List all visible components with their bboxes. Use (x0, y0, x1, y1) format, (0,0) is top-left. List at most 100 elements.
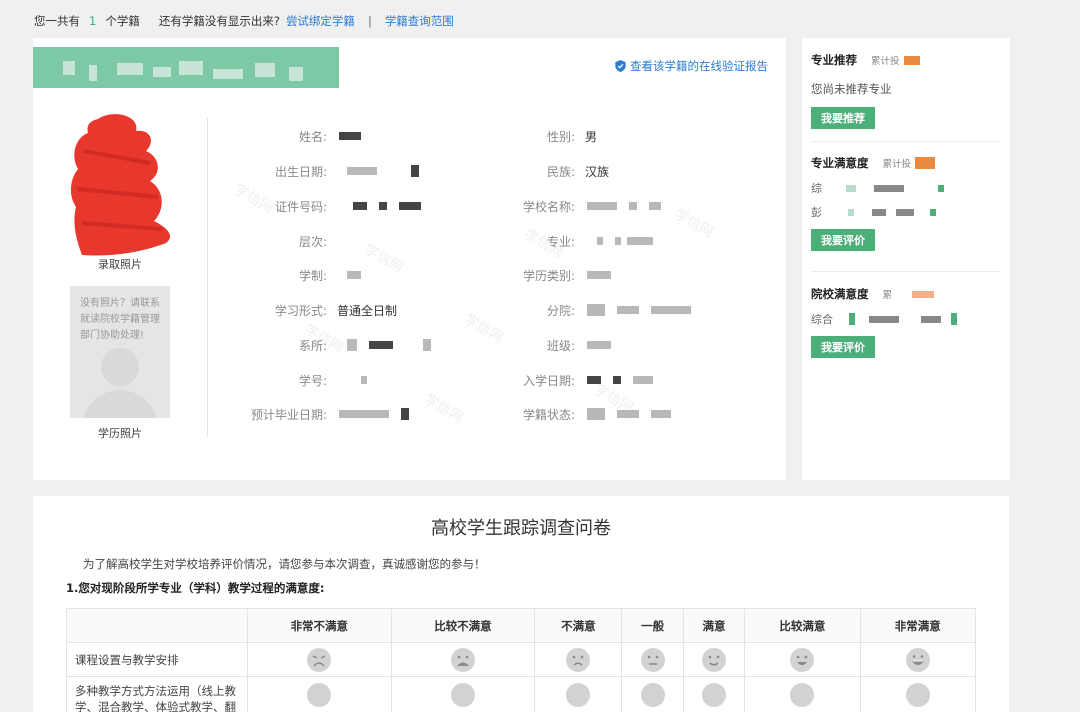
no-recommendation-text: 您尚未推荐专业 (811, 82, 892, 96)
admission-photo-caption: 录取照片 (98, 258, 142, 271)
field-label: 分院: (546, 303, 575, 318)
field-label: 学校名称: (522, 199, 575, 214)
field-label: 学习形式: (274, 303, 327, 318)
missing-record-prompt: 还有学籍没有显示出来? (158, 14, 280, 28)
survey-question: 1.您对现阶段所学专业（学科）教学过程的满意度: (66, 581, 325, 595)
row-label: 多种教学方式方法运用（线上教学、混合教学、体验式教学、翻 (66, 676, 248, 712)
rate-major-button[interactable]: 我要评价 (811, 229, 875, 251)
section-title: 专业满意度 (811, 156, 869, 170)
field-class: 班级: (435, 336, 611, 354)
major-recommendation-section: 专业推荐 累计投 您尚未推荐专业 我要推荐 (811, 52, 1001, 129)
section-divider (811, 271, 1001, 272)
field-label: 专业: (546, 234, 575, 249)
field-label: 系所: (298, 338, 327, 353)
section-divider (811, 141, 1001, 142)
field-education-level: 层次: (207, 232, 327, 250)
gender-value: 男 (585, 129, 598, 144)
student-record-card: 查看该学籍的在线验证报告 录取照片 没有照片？请联系就读院校学籍管理部门协助处理… (33, 38, 786, 480)
field-major: 专业: (435, 232, 653, 250)
student-record-summary: 您一共有 1 个学籍 还有学籍没有显示出来? 尝试绑定学籍 | 学籍查询范围 (34, 12, 454, 30)
school-name-banner (33, 47, 339, 88)
school-satisfaction-section: 院校满意度 累 综合 我要评价 (811, 286, 1001, 358)
avatar-head-silhouette (101, 348, 139, 386)
very-happy-face-icon[interactable] (905, 683, 930, 707)
rating-row-label: 彭 (811, 206, 822, 219)
field-label: 班级: (546, 338, 575, 353)
happy-face-icon[interactable] (790, 647, 815, 672)
summary-prefix: 您一共有 (34, 14, 80, 28)
field-department: 系所: (207, 336, 431, 354)
column-very-dissatisfied: 非常不满意 (247, 608, 392, 643)
bind-record-link[interactable]: 尝试绑定学籍 (286, 13, 355, 29)
column-satisfied: 满意 (682, 608, 746, 643)
field-enrollment-status: 学籍状态: (435, 405, 671, 423)
record-count: 1 (89, 14, 97, 28)
vote-count-label: 累计投 (871, 56, 900, 67)
survey-card: 高校学生跟踪调查问卷 为了解高校学生对学校培养评价情况，请您参与本次调查，真诚感… (33, 496, 1009, 712)
very-happy-face-icon[interactable] (905, 647, 930, 672)
unhappy-face-icon[interactable] (566, 683, 591, 707)
online-verification-report-link[interactable]: 查看该学籍的在线验证报告 (615, 58, 768, 74)
recommend-button[interactable]: 我要推荐 (811, 107, 875, 129)
field-education-category: 学历类别: (435, 266, 611, 284)
field-id-number: 证件号码: (207, 197, 421, 215)
link-separator: | (367, 14, 372, 28)
field-label: 层次: (298, 234, 327, 249)
dissatisfied-face-icon[interactable] (450, 683, 475, 707)
watermark: 学信网 (671, 206, 716, 242)
field-label: 学历类别: (522, 268, 575, 283)
rating-row: 综 (811, 181, 1001, 195)
field-label: 出生日期: (274, 164, 327, 179)
no-photo-message: 没有照片？请联系就读院校学籍管理部门协助处理! (80, 298, 160, 341)
neutral-face-icon[interactable] (640, 683, 665, 707)
section-title: 院校满意度 (811, 287, 869, 301)
field-duration: 学制: (207, 266, 361, 284)
summary-suffix: 个学籍 (105, 14, 140, 28)
very-dissatisfied-face-icon[interactable] (307, 647, 332, 672)
field-study-mode: 学习形式: 普通全日制 (207, 301, 397, 319)
field-label: 学号: (298, 373, 327, 388)
dissatisfied-face-icon[interactable] (450, 647, 475, 672)
field-label: 学籍状态: (522, 407, 575, 422)
field-gender: 性别: 男 (435, 127, 597, 145)
matrix-row: 课程设置与教学安排 (66, 642, 977, 677)
unhappy-face-icon[interactable] (566, 647, 591, 672)
rating-row: 彭 (811, 205, 1001, 219)
happy-face-icon[interactable] (790, 683, 815, 707)
field-label: 姓名: (298, 129, 327, 144)
satisfied-face-icon[interactable] (701, 647, 726, 672)
avatar-body-silhouette (82, 390, 158, 418)
shield-check-icon (615, 60, 626, 72)
column-neutral: 一般 (621, 608, 684, 643)
very-dissatisfied-face-icon[interactable] (307, 683, 332, 707)
survey-intro: 为了解高校学生对学校培养评价情况，请您参与本次调查，真诚感谢您的参与！ (83, 557, 486, 571)
row-label: 课程设置与教学安排 (66, 642, 248, 677)
vote-count-label: 累 (882, 290, 893, 301)
matrix-header-row: 非常不满意 比较不满意 不满意 一般 满意 比较满意 非常满意 (66, 608, 977, 643)
rating-row-label: 综合 (811, 313, 833, 326)
field-ethnicity: 民族: 汉族 (435, 162, 609, 180)
neutral-face-icon[interactable] (640, 647, 665, 672)
column-dissatisfied: 不满意 (534, 608, 623, 643)
field-expected-graduation: 预计毕业日期: (207, 405, 409, 423)
watermark: 学信网 (361, 241, 406, 277)
rate-school-button[interactable]: 我要评价 (811, 336, 875, 358)
field-branch: 分院: (435, 301, 691, 319)
degree-photo-placeholder: 没有照片？请联系就读院校学籍管理部门协助处理! (70, 286, 170, 418)
field-birth-date: 出生日期: (207, 162, 419, 180)
field-label: 证件号码: (274, 199, 327, 214)
satisfied-face-icon[interactable] (701, 683, 726, 707)
major-satisfaction-section: 专业满意度 累计投 综 彭 我要评价 (811, 155, 1001, 251)
rating-row: 综合 (811, 312, 1001, 326)
rating-row-label: 综 (811, 182, 822, 195)
field-label: 民族: (546, 164, 575, 179)
study-mode-value: 普通全日制 (337, 303, 398, 318)
matrix-corner (66, 608, 248, 643)
degree-photo-caption: 学历照片 (98, 427, 142, 440)
column-fairly-satisfied: 比较满意 (744, 608, 861, 643)
field-enrollment-date: 入学日期: (435, 371, 653, 389)
column-very-satisfied: 非常满意 (859, 608, 977, 643)
column-fairly-dissatisfied: 比较不满意 (390, 608, 536, 643)
query-scope-link[interactable]: 学籍查询范围 (385, 13, 454, 29)
field-student-id: 学号: (207, 371, 367, 389)
